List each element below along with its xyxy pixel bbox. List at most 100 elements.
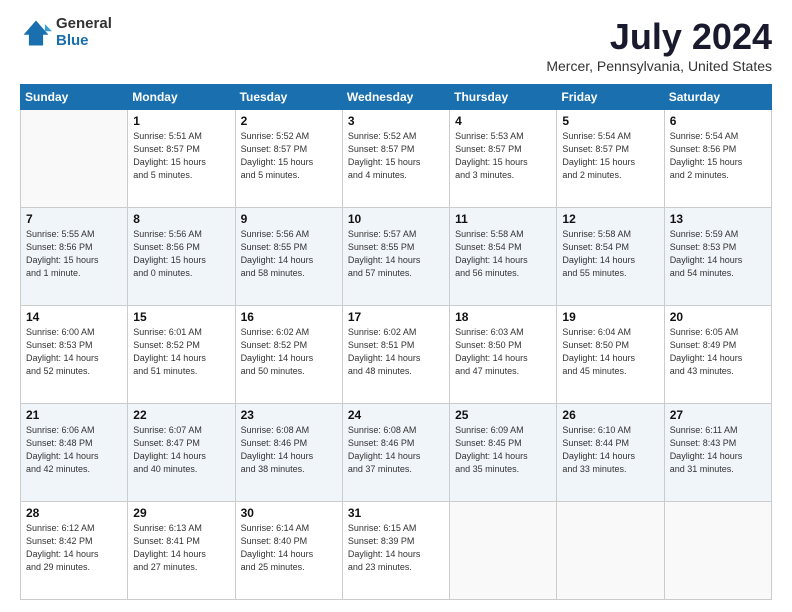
week-row-3: 14Sunrise: 6:00 AM Sunset: 8:53 PM Dayli… <box>21 306 772 404</box>
calendar-cell: 5 Sunrise: 5:54 AM Sunset: 8:57 PM Daylig… <box>557 110 664 208</box>
title-block: July 2024 Mercer, Pennsylvania, United S… <box>546 16 772 74</box>
logo-blue-text: Blue <box>56 33 112 50</box>
day-number: 12 <box>562 212 658 226</box>
day-info: Sunrise: 5:57 AM Sunset: 8:55 PM Dayligh… <box>348 228 444 280</box>
col-header-saturday: Saturday <box>664 85 771 110</box>
day-number: 11 <box>455 212 551 226</box>
calendar-cell <box>664 502 771 600</box>
day-info: Sunrise: 5:54 AM Sunset: 8:57 PM Dayligh… <box>562 130 658 182</box>
day-info: Sunrise: 6:02 AM Sunset: 8:51 PM Dayligh… <box>348 326 444 378</box>
day-info: Sunrise: 6:12 AM Sunset: 8:42 PM Dayligh… <box>26 522 122 574</box>
col-header-monday: Monday <box>128 85 235 110</box>
calendar-cell: 12 Sunrise: 5:58 AM Sunset: 8:54 PM Dayli… <box>557 208 664 306</box>
day-number: 18 <box>455 310 551 324</box>
calendar-cell: 6 Sunrise: 5:54 AM Sunset: 8:56 PM Daylig… <box>664 110 771 208</box>
day-info: Sunrise: 5:58 AM Sunset: 8:54 PM Dayligh… <box>562 228 658 280</box>
calendar-cell: 18Sunrise: 6:03 AM Sunset: 8:50 PM Dayli… <box>450 306 557 404</box>
day-number: 31 <box>348 506 444 520</box>
main-title: July 2024 <box>546 16 772 58</box>
day-info: Sunrise: 6:10 AM Sunset: 8:44 PM Dayligh… <box>562 424 658 476</box>
header-row: SundayMondayTuesdayWednesdayThursdayFrid… <box>21 85 772 110</box>
day-number: 25 <box>455 408 551 422</box>
day-number: 3 <box>348 114 444 128</box>
calendar-cell: 1 Sunrise: 5:51 AM Sunset: 8:57 PM Daylig… <box>128 110 235 208</box>
calendar-cell: 10Sunrise: 5:57 AM Sunset: 8:55 PM Dayli… <box>342 208 449 306</box>
calendar-cell: 16 Sunrise: 6:02 AM Sunset: 8:52 PM Dayli… <box>235 306 342 404</box>
day-info: Sunrise: 6:00 AM Sunset: 8:53 PM Dayligh… <box>26 326 122 378</box>
week-row-4: 21 Sunrise: 6:06 AM Sunset: 8:48 PM Dayli… <box>21 404 772 502</box>
calendar-cell: 9Sunrise: 5:56 AM Sunset: 8:55 PM Daylig… <box>235 208 342 306</box>
day-info: Sunrise: 6:08 AM Sunset: 8:46 PM Dayligh… <box>348 424 444 476</box>
day-info: Sunrise: 6:15 AM Sunset: 8:39 PM Dayligh… <box>348 522 444 574</box>
calendar-cell: 8Sunrise: 5:56 AM Sunset: 8:56 PM Daylig… <box>128 208 235 306</box>
col-header-tuesday: Tuesday <box>235 85 342 110</box>
calendar-cell: 25Sunrise: 6:09 AM Sunset: 8:45 PM Dayli… <box>450 404 557 502</box>
day-info: Sunrise: 5:52 AM Sunset: 8:57 PM Dayligh… <box>241 130 337 182</box>
day-info: Sunrise: 6:04 AM Sunset: 8:50 PM Dayligh… <box>562 326 658 378</box>
calendar-cell: 15 Sunrise: 6:01 AM Sunset: 8:52 PM Dayli… <box>128 306 235 404</box>
day-number: 21 <box>26 408 122 422</box>
day-info: Sunrise: 5:58 AM Sunset: 8:54 PM Dayligh… <box>455 228 551 280</box>
day-info: Sunrise: 6:05 AM Sunset: 8:49 PM Dayligh… <box>670 326 766 378</box>
day-number: 9 <box>241 212 337 226</box>
day-number: 23 <box>241 408 337 422</box>
day-number: 24 <box>348 408 444 422</box>
calendar-table: SundayMondayTuesdayWednesdayThursdayFrid… <box>20 84 772 600</box>
week-row-1: 1 Sunrise: 5:51 AM Sunset: 8:57 PM Daylig… <box>21 110 772 208</box>
day-info: Sunrise: 5:59 AM Sunset: 8:53 PM Dayligh… <box>670 228 766 280</box>
calendar-cell: 31 Sunrise: 6:15 AM Sunset: 8:39 PM Dayli… <box>342 502 449 600</box>
calendar-cell <box>557 502 664 600</box>
day-number: 5 <box>562 114 658 128</box>
logo-text: General Blue <box>56 16 112 49</box>
day-number: 15 <box>133 310 229 324</box>
col-header-wednesday: Wednesday <box>342 85 449 110</box>
week-row-5: 28 Sunrise: 6:12 AM Sunset: 8:42 PM Dayli… <box>21 502 772 600</box>
day-number: 4 <box>455 114 551 128</box>
day-number: 28 <box>26 506 122 520</box>
header: General Blue July 2024 Mercer, Pennsylva… <box>20 16 772 74</box>
calendar-cell: 28 Sunrise: 6:12 AM Sunset: 8:42 PM Dayli… <box>21 502 128 600</box>
week-row-2: 7 Sunrise: 5:55 AM Sunset: 8:56 PM Daylig… <box>21 208 772 306</box>
day-info: Sunrise: 6:11 AM Sunset: 8:43 PM Dayligh… <box>670 424 766 476</box>
calendar-cell <box>450 502 557 600</box>
day-number: 27 <box>670 408 766 422</box>
calendar-cell: 30 Sunrise: 6:14 AM Sunset: 8:40 PM Dayli… <box>235 502 342 600</box>
calendar-cell: 11 Sunrise: 5:58 AM Sunset: 8:54 PM Dayli… <box>450 208 557 306</box>
day-number: 7 <box>26 212 122 226</box>
day-info: Sunrise: 6:06 AM Sunset: 8:48 PM Dayligh… <box>26 424 122 476</box>
calendar-cell: 19 Sunrise: 6:04 AM Sunset: 8:50 PM Dayli… <box>557 306 664 404</box>
day-info: Sunrise: 6:07 AM Sunset: 8:47 PM Dayligh… <box>133 424 229 476</box>
day-number: 19 <box>562 310 658 324</box>
day-info: Sunrise: 6:14 AM Sunset: 8:40 PM Dayligh… <box>241 522 337 574</box>
day-info: Sunrise: 5:56 AM Sunset: 8:56 PM Dayligh… <box>133 228 229 280</box>
day-number: 2 <box>241 114 337 128</box>
subtitle: Mercer, Pennsylvania, United States <box>546 58 772 74</box>
logo-general-text: General <box>56 16 112 33</box>
day-info: Sunrise: 5:55 AM Sunset: 8:56 PM Dayligh… <box>26 228 122 280</box>
day-info: Sunrise: 5:51 AM Sunset: 8:57 PM Dayligh… <box>133 130 229 182</box>
col-header-sunday: Sunday <box>21 85 128 110</box>
calendar-cell: 14Sunrise: 6:00 AM Sunset: 8:53 PM Dayli… <box>21 306 128 404</box>
calendar-cell: 22Sunrise: 6:07 AM Sunset: 8:47 PM Dayli… <box>128 404 235 502</box>
calendar-cell: 2 Sunrise: 5:52 AM Sunset: 8:57 PM Daylig… <box>235 110 342 208</box>
day-info: Sunrise: 6:01 AM Sunset: 8:52 PM Dayligh… <box>133 326 229 378</box>
calendar-cell: 3 Sunrise: 5:52 AM Sunset: 8:57 PM Daylig… <box>342 110 449 208</box>
day-info: Sunrise: 6:02 AM Sunset: 8:52 PM Dayligh… <box>241 326 337 378</box>
col-header-friday: Friday <box>557 85 664 110</box>
day-info: Sunrise: 5:54 AM Sunset: 8:56 PM Dayligh… <box>670 130 766 182</box>
calendar-cell <box>21 110 128 208</box>
calendar-cell: 26Sunrise: 6:10 AM Sunset: 8:44 PM Dayli… <box>557 404 664 502</box>
day-number: 16 <box>241 310 337 324</box>
day-number: 1 <box>133 114 229 128</box>
calendar-cell: 21 Sunrise: 6:06 AM Sunset: 8:48 PM Dayli… <box>21 404 128 502</box>
day-info: Sunrise: 5:53 AM Sunset: 8:57 PM Dayligh… <box>455 130 551 182</box>
day-number: 29 <box>133 506 229 520</box>
calendar-cell: 13Sunrise: 5:59 AM Sunset: 8:53 PM Dayli… <box>664 208 771 306</box>
calendar-cell: 20 Sunrise: 6:05 AM Sunset: 8:49 PM Dayli… <box>664 306 771 404</box>
page: General Blue July 2024 Mercer, Pennsylva… <box>0 0 792 612</box>
day-info: Sunrise: 5:52 AM Sunset: 8:57 PM Dayligh… <box>348 130 444 182</box>
day-number: 20 <box>670 310 766 324</box>
day-number: 6 <box>670 114 766 128</box>
calendar-cell: 17Sunrise: 6:02 AM Sunset: 8:51 PM Dayli… <box>342 306 449 404</box>
day-number: 30 <box>241 506 337 520</box>
